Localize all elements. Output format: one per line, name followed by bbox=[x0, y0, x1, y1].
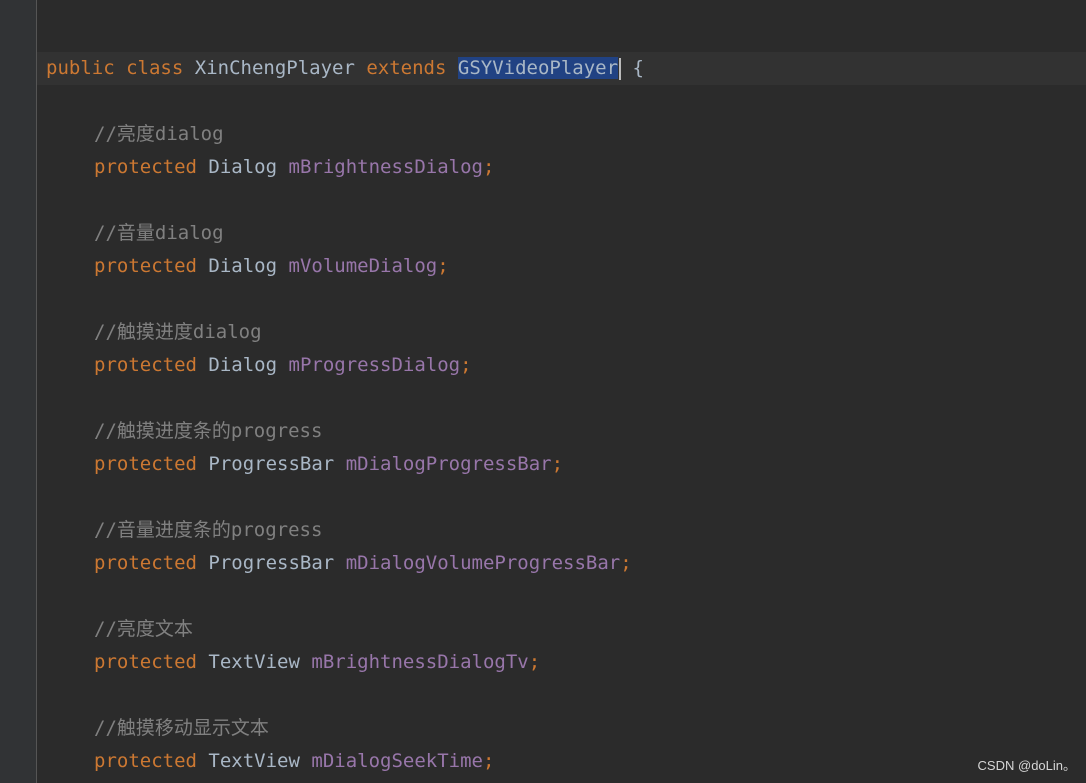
keyword-extends: extends bbox=[366, 57, 447, 79]
class-declaration-line[interactable]: public class XinChengPlayer extends GSYV… bbox=[46, 52, 644, 85]
code-editor[interactable]: public class XinChengPlayer extends GSYV… bbox=[0, 0, 1086, 783]
field-type[interactable]: Dialog bbox=[208, 255, 277, 277]
text-caret bbox=[619, 57, 622, 80]
field-name[interactable]: mProgressDialog bbox=[289, 354, 461, 376]
field-declaration-line[interactable]: protected Dialog mVolumeDialog; bbox=[46, 250, 449, 283]
comment-line[interactable]: //触摸进度dialog bbox=[46, 316, 262, 349]
comment-line[interactable]: //亮度文本 bbox=[46, 613, 193, 646]
field-declaration-line[interactable]: protected TextView mBrightnessDialogTv; bbox=[46, 646, 540, 679]
field-type[interactable]: TextView bbox=[208, 651, 300, 673]
keyword-class: class bbox=[126, 57, 184, 79]
keyword-public: public bbox=[46, 57, 115, 79]
field-declaration-line[interactable]: protected Dialog mProgressDialog; bbox=[46, 349, 472, 382]
comment-line[interactable]: //触摸进度条的progress bbox=[46, 415, 322, 448]
field-declaration-line[interactable]: protected ProgressBar mDialogProgressBar… bbox=[46, 448, 563, 481]
field-type[interactable]: Dialog bbox=[208, 354, 277, 376]
semicolon: ; bbox=[437, 255, 449, 277]
field-name[interactable]: mBrightnessDialog bbox=[289, 156, 483, 178]
semicolon: ; bbox=[482, 750, 495, 772]
modifier-protected: protected bbox=[94, 552, 197, 574]
field-name[interactable]: mDialogSeekTime bbox=[311, 750, 483, 772]
class-name[interactable]: XinChengPlayer bbox=[195, 57, 355, 79]
field-type[interactable]: TextView bbox=[208, 750, 300, 772]
field-declaration-line[interactable]: protected TextView mDialogSeekTime; bbox=[46, 745, 494, 778]
editor-gutter[interactable] bbox=[0, 0, 37, 783]
field-type[interactable]: ProgressBar bbox=[208, 453, 334, 475]
comment-line[interactable]: //音量dialog bbox=[46, 217, 224, 250]
comment-line[interactable]: //亮度dialog bbox=[46, 118, 224, 151]
field-name[interactable]: mDialogProgressBar bbox=[346, 453, 552, 475]
field-name[interactable]: mDialogVolumeProgressBar bbox=[346, 552, 621, 574]
semicolon: ; bbox=[528, 651, 541, 673]
semicolon: ; bbox=[551, 453, 564, 475]
modifier-protected: protected bbox=[94, 750, 197, 772]
field-declaration-line[interactable]: protected ProgressBar mDialogVolumeProgr… bbox=[46, 547, 632, 580]
modifier-protected: protected bbox=[94, 156, 197, 178]
semicolon: ; bbox=[482, 156, 495, 178]
watermark: CSDN @doLin。 bbox=[977, 758, 1076, 773]
modifier-protected: protected bbox=[94, 651, 197, 673]
field-type[interactable]: Dialog bbox=[208, 156, 277, 178]
comment-line[interactable]: //音量进度条的progress bbox=[46, 514, 322, 547]
semicolon: ; bbox=[620, 552, 632, 574]
selected-superclass-name[interactable]: GSYVideoPlayer bbox=[457, 57, 619, 79]
modifier-protected: protected bbox=[94, 453, 197, 475]
modifier-protected: protected bbox=[94, 354, 197, 376]
semicolon: ; bbox=[460, 354, 472, 376]
open-brace: { bbox=[632, 57, 644, 79]
field-name[interactable]: mVolumeDialog bbox=[289, 255, 438, 277]
field-type[interactable]: ProgressBar bbox=[208, 552, 334, 574]
comment-line[interactable]: //触摸移动显示文本 bbox=[46, 712, 269, 745]
modifier-protected: protected bbox=[94, 255, 197, 277]
field-declaration-line[interactable]: protected Dialog mBrightnessDialog; bbox=[46, 151, 494, 184]
field-name[interactable]: mBrightnessDialogTv bbox=[311, 651, 528, 673]
